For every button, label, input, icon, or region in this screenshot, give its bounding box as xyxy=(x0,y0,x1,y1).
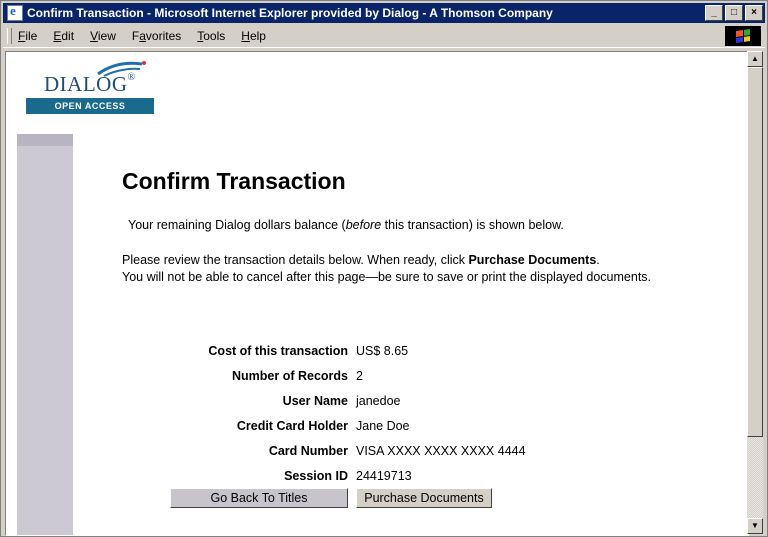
scroll-thumb[interactable] xyxy=(747,67,763,437)
maximize-icon[interactable]: □ xyxy=(725,5,743,21)
cancel-warning: You will not be able to cancel after thi… xyxy=(122,270,652,284)
menu-edit[interactable]: Edit xyxy=(53,29,74,43)
browser-window: Confirm Transaction - Microsoft Internet… xyxy=(0,0,768,537)
logo-band: OPEN ACCESS xyxy=(26,98,154,114)
detail-row-username: User Name janedoe xyxy=(282,393,401,408)
logo-wordmark: DIALOG® xyxy=(44,72,136,96)
ie-icon xyxy=(7,3,23,21)
menu-bar: File Edit View Favorites Tools Help xyxy=(3,25,765,48)
dialog-logo[interactable]: DIALOG® OPEN ACCESS xyxy=(26,58,156,116)
menu-favorites[interactable]: Favorites xyxy=(132,29,181,43)
menu-help[interactable]: Help xyxy=(241,29,266,43)
detail-row-records: Number of Records 2 xyxy=(232,368,363,383)
title-bar: Confirm Transaction - Microsoft Internet… xyxy=(3,3,765,23)
action-buttons: Go Back To Titles Purchase Documents xyxy=(170,488,526,508)
go-back-button[interactable]: Go Back To Titles xyxy=(170,488,348,508)
vertical-scrollbar[interactable]: ▲ ▼ xyxy=(747,51,763,534)
windows-logo-icon xyxy=(725,26,761,46)
review-instructions: Please review the transaction details be… xyxy=(122,253,652,284)
minimize-icon[interactable]: _ xyxy=(705,5,723,21)
detail-row-cardholder: Credit Card Holder Jane Doe xyxy=(236,418,410,433)
menu-view[interactable]: View xyxy=(90,29,116,43)
balance-note: Your remaining Dialog dollars balance (b… xyxy=(128,218,564,232)
window-title: Confirm Transaction - Microsoft Internet… xyxy=(27,6,553,20)
toolbar-grip[interactable] xyxy=(7,28,12,44)
page-viewport: DIALOG® OPEN ACCESS Confirm Transaction … xyxy=(5,51,749,536)
page-title: Confirm Transaction xyxy=(122,168,346,194)
transaction-details: Cost of this transaction US$ 8.65 Number … xyxy=(170,338,526,508)
menu-tools[interactable]: Tools xyxy=(197,29,225,43)
scroll-up-icon[interactable]: ▲ xyxy=(747,51,763,67)
left-sidebar-bar xyxy=(17,134,73,535)
menu-file[interactable]: File xyxy=(18,29,37,43)
detail-row-session: Session ID 24419713 xyxy=(284,468,412,483)
detail-row-cost: Cost of this transaction US$ 8.65 xyxy=(208,343,409,358)
scroll-down-icon[interactable]: ▼ xyxy=(747,518,763,534)
main-content: Confirm Transaction Your remaining Dialo… xyxy=(122,168,732,508)
detail-row-cardnumber: Card Number VISA XXXX XXXX XXXX 4444 xyxy=(268,443,526,458)
purchase-documents-button[interactable]: Purchase Documents xyxy=(356,488,492,508)
close-icon[interactable]: × xyxy=(745,5,763,21)
